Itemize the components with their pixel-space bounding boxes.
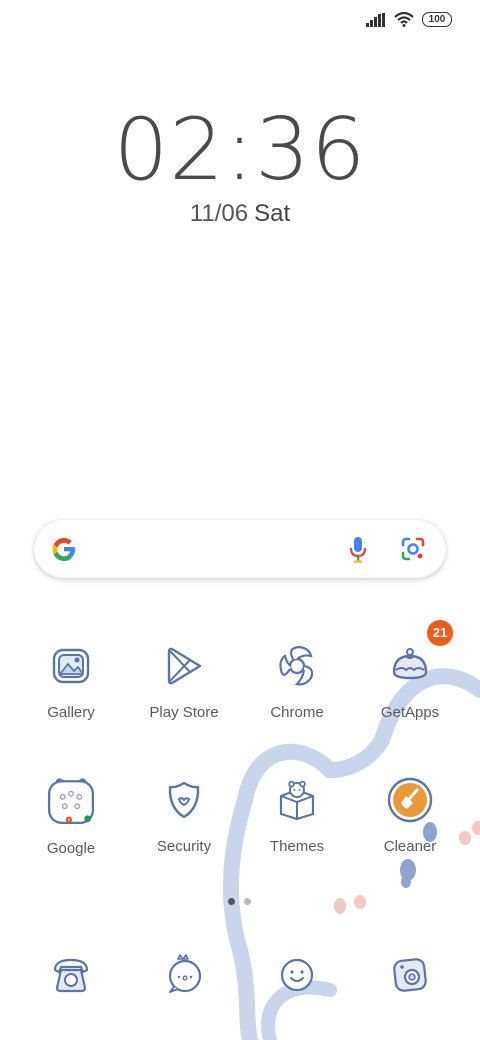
weekday-text: Sat	[254, 200, 291, 227]
themes-box-icon	[279, 780, 315, 821]
app-themes[interactable]: Themes	[242, 776, 352, 855]
dock-camera[interactable]	[355, 950, 465, 998]
app-label: Security	[156, 838, 212, 855]
app-label: Gallery	[47, 704, 95, 721]
getapps-icon	[392, 648, 428, 680]
app-label: Themes	[269, 838, 325, 855]
app-cleaner[interactable]: Cleaner	[355, 776, 465, 855]
app-play-store[interactable]: Play Store	[129, 642, 239, 721]
messaging-bubble-icon	[168, 954, 202, 993]
app-gallery[interactable]: Gallery	[16, 642, 126, 721]
google-folder-icon	[47, 778, 95, 825]
play-store-icon	[167, 647, 202, 685]
app-security[interactable]: Security	[129, 776, 239, 855]
google-lens-icon[interactable]	[400, 536, 426, 562]
clock-time[interactable]: 02:36	[0, 100, 480, 200]
google-search-bar[interactable]	[34, 520, 446, 578]
security-shield-icon	[168, 781, 200, 819]
microphone-icon[interactable]	[348, 536, 368, 564]
dock-browser[interactable]	[242, 950, 352, 998]
phone-icon	[53, 958, 89, 993]
page-dot-active	[228, 898, 235, 905]
page-dot	[244, 898, 251, 905]
app-label: Google	[46, 840, 96, 857]
app-google-folder[interactable]: Google	[16, 776, 126, 857]
wifi-icon	[394, 12, 414, 27]
smiley-face-icon	[280, 958, 314, 992]
date-text: 11/06	[189, 200, 249, 227]
app-label: Chrome	[270, 704, 324, 721]
gallery-icon	[52, 648, 90, 684]
battery-indicator: 100	[422, 12, 452, 27]
dock-messaging[interactable]	[129, 950, 239, 998]
camera-icon	[393, 958, 427, 992]
chrome-icon	[279, 645, 314, 686]
signal-icon	[366, 12, 385, 27]
app-label: Cleaner	[383, 838, 437, 855]
app-chrome[interactable]: Chrome	[242, 642, 352, 721]
status-bar: 100	[0, 0, 480, 44]
clock-date[interactable]: 11/06 Sat	[0, 200, 480, 228]
cleaner-broom-icon	[387, 777, 433, 823]
app-label: GetApps	[380, 704, 440, 721]
notification-badge: 21	[427, 620, 453, 646]
app-label: Play Store	[149, 704, 219, 721]
dock-phone[interactable]	[16, 950, 126, 998]
app-getapps[interactable]: GetApps	[355, 642, 465, 721]
google-g-icon	[52, 538, 75, 561]
page-indicator	[228, 898, 251, 905]
